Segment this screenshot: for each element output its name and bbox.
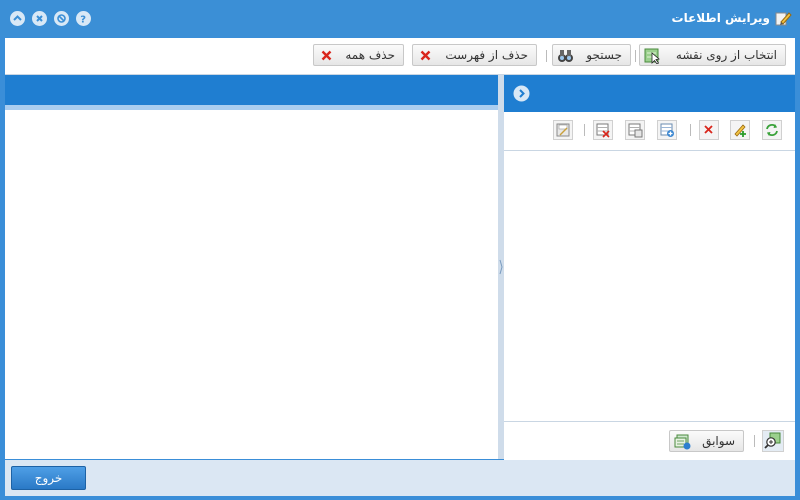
help-icon[interactable]: ?: [76, 11, 91, 26]
copy-row-button[interactable]: [625, 120, 645, 140]
results-pane-header: [5, 75, 498, 105]
search-button[interactable]: جستجو: [552, 44, 631, 66]
layers-toolbar: [504, 112, 795, 151]
title-bar: ? ویرایش اطلاعات: [0, 0, 800, 37]
delete-icon: [704, 125, 713, 134]
main-toolbar: انتخاب از روی نقشه جستجو حذف از فهرست حذ…: [5, 38, 795, 75]
history-records-icon: [674, 433, 691, 450]
history-button[interactable]: سوابق: [669, 430, 744, 452]
add-edit-icon: [734, 124, 746, 137]
refresh-icon: [766, 124, 778, 136]
remove-all-button[interactable]: حذف همه: [313, 44, 404, 66]
map-select-icon: [644, 47, 661, 65]
toolbar-separator: [754, 435, 755, 447]
remove-from-list-button[interactable]: حذف از فهرست: [412, 44, 537, 66]
toolbar-separator: [546, 50, 547, 62]
layers-pane: سوابق: [504, 75, 795, 460]
collapse-panel-icon[interactable]: [513, 85, 530, 102]
window-title: ویرایش اطلاعات: [671, 11, 770, 25]
remove-row-button[interactable]: [593, 120, 613, 140]
zoom-to-feature-button[interactable]: [762, 430, 784, 452]
toolbar-separator: [584, 124, 585, 136]
toolbar-separator: [635, 50, 636, 62]
edit-info-window: ? ویرایش اطلاعات انتخاب از روی نقشه جستج…: [0, 0, 800, 500]
block-icon[interactable]: [54, 11, 69, 26]
svg-text:?: ?: [80, 15, 86, 26]
layers-pane-header: [504, 75, 795, 112]
remove-row-icon: [596, 123, 610, 138]
binoculars-icon: [557, 47, 574, 64]
close-icon[interactable]: [32, 11, 47, 26]
select-on-map-button[interactable]: انتخاب از روی نقشه: [639, 44, 786, 66]
results-pane-column-strip: [5, 105, 498, 110]
exit-button[interactable]: خروج: [11, 466, 86, 490]
footer-bar: خروج: [5, 460, 795, 496]
edit-pencil-icon: [775, 10, 792, 27]
collapse-icon[interactable]: [10, 11, 25, 26]
delete-button[interactable]: [699, 120, 719, 140]
copy-row-icon: [628, 123, 643, 138]
toolbar-separator: [690, 124, 691, 136]
delete-x-icon: [318, 47, 335, 64]
add-edit-button[interactable]: [730, 120, 750, 140]
zoom-map-icon: [764, 432, 781, 449]
save-button[interactable]: [553, 120, 573, 140]
save-icon: [556, 123, 570, 137]
refresh-button[interactable]: [762, 120, 782, 140]
results-pane: [5, 75, 498, 459]
add-row-icon: [660, 123, 674, 137]
delete-x-icon: [417, 47, 434, 64]
layers-footer: سوابق: [504, 421, 795, 460]
layers-list: [504, 151, 795, 421]
add-row-button[interactable]: [657, 120, 677, 140]
